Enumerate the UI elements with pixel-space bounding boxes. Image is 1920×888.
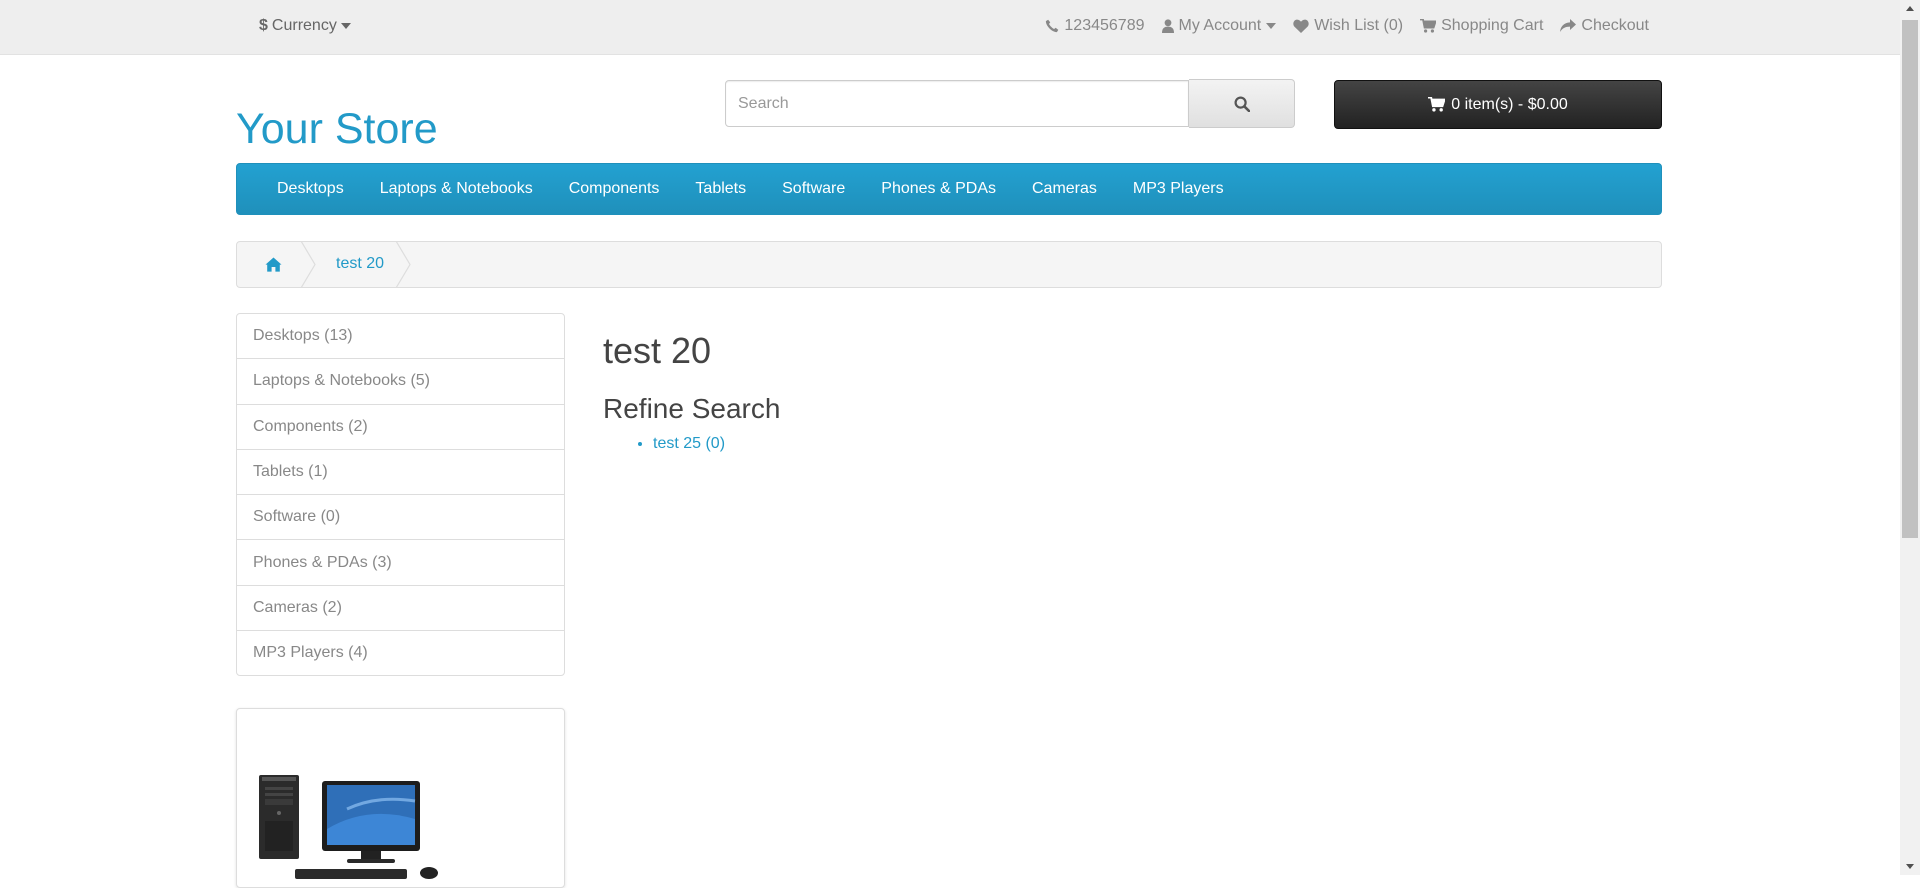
category-item-mp3-players[interactable]: MP3 Players (4) — [236, 630, 565, 677]
search-bar — [725, 79, 1295, 129]
menu-item-components[interactable]: Components — [551, 164, 678, 214]
menu-item-software[interactable]: Software — [764, 164, 863, 214]
scroll-up-arrow-icon[interactable] — [1900, 0, 1920, 17]
search-input[interactable] — [725, 80, 1189, 127]
phone-number: 123456789 — [1064, 17, 1145, 34]
menu-item-mp3-players[interactable]: MP3 Players — [1115, 164, 1242, 214]
user-icon — [1161, 17, 1174, 35]
checkout-label: Checkout — [1581, 17, 1649, 34]
top-bar: $ Currency 123456789 My Account Wish Lis… — [0, 0, 1900, 55]
list-item: test 25 (0) — [653, 435, 780, 453]
phone-icon — [1045, 17, 1059, 35]
category-item-components[interactable]: Components (2) — [236, 403, 565, 450]
menu-item-cameras[interactable]: Cameras — [1014, 164, 1115, 214]
cart-button[interactable]: 0 item(s) - $0.00 — [1334, 80, 1662, 129]
share-icon — [1560, 17, 1577, 35]
scroll-down-arrow-icon[interactable] — [1900, 858, 1920, 875]
search-icon — [1233, 95, 1250, 112]
cart-icon — [1428, 96, 1446, 114]
top-links: 123456789 My Account Wish List (0) Shopp… — [1045, 14, 1649, 38]
refine-link-test-25[interactable]: test 25 (0) — [653, 435, 725, 452]
caret-down-icon — [1266, 17, 1277, 35]
cart-total-label: 0 item(s) - $0.00 — [1451, 95, 1568, 113]
scrollbar-thumb[interactable] — [1902, 20, 1918, 538]
vertical-scrollbar[interactable] — [1900, 0, 1920, 875]
breadcrumb-current[interactable]: test 20 — [336, 255, 384, 273]
currency-label: Currency — [271, 17, 337, 34]
search-button[interactable] — [1189, 79, 1295, 128]
wishlist-label: Wish List (0) — [1314, 17, 1404, 34]
breadcrumb-home[interactable] — [265, 256, 282, 274]
store-logo[interactable]: Your Store — [236, 100, 438, 158]
phone-link[interactable]: 123456789 — [1045, 17, 1145, 35]
home-icon — [265, 256, 282, 273]
category-item-desktops[interactable]: Desktops (13) — [236, 313, 565, 360]
currency-dropdown[interactable]: $ Currency — [259, 14, 351, 38]
banner-image[interactable] — [236, 708, 565, 888]
my-account-dropdown[interactable]: My Account — [1161, 17, 1277, 35]
category-item-laptops-notebooks[interactable]: Laptops & Notebooks (5) — [236, 358, 565, 405]
breadcrumb: test 20 — [236, 241, 1662, 288]
my-account-label: My Account — [1178, 17, 1262, 34]
main-content: test 20 Refine Search test 25 (0) — [603, 330, 780, 453]
category-item-tablets[interactable]: Tablets (1) — [236, 448, 565, 496]
breadcrumb-separator — [396, 241, 411, 288]
shopping-cart-label: Shopping Cart — [1441, 17, 1544, 34]
checkout-link[interactable]: Checkout — [1560, 17, 1649, 35]
shopping-cart-link[interactable]: Shopping Cart — [1420, 17, 1543, 35]
refine-search-list: test 25 (0) — [603, 435, 780, 453]
heart-icon — [1293, 17, 1309, 35]
category-item-phones-pdas[interactable]: Phones & PDAs (3) — [236, 539, 565, 586]
desktop-computer-image — [259, 775, 438, 879]
breadcrumb-separator — [301, 241, 316, 288]
menu-item-phones-pdas[interactable]: Phones & PDAs — [863, 164, 1014, 214]
cart-icon — [1420, 17, 1437, 35]
category-list: Desktops (13) Laptops & Notebooks (5) Co… — [236, 313, 565, 677]
wishlist-link[interactable]: Wish List (0) — [1293, 17, 1403, 35]
main-menu: Desktops Laptops & Notebooks Components … — [236, 163, 1662, 215]
category-item-cameras[interactable]: Cameras (2) — [236, 584, 565, 632]
page-title: test 20 — [603, 330, 712, 371]
category-item-software[interactable]: Software (0) — [236, 494, 565, 541]
refine-search-heading: Refine Search — [603, 393, 781, 424]
menu-item-desktops[interactable]: Desktops — [259, 164, 362, 214]
caret-down-icon — [340, 17, 351, 35]
menu-item-tablets[interactable]: Tablets — [677, 164, 764, 214]
menu-item-laptops-notebooks[interactable]: Laptops & Notebooks — [362, 164, 551, 214]
currency-symbol: $ — [259, 17, 268, 34]
